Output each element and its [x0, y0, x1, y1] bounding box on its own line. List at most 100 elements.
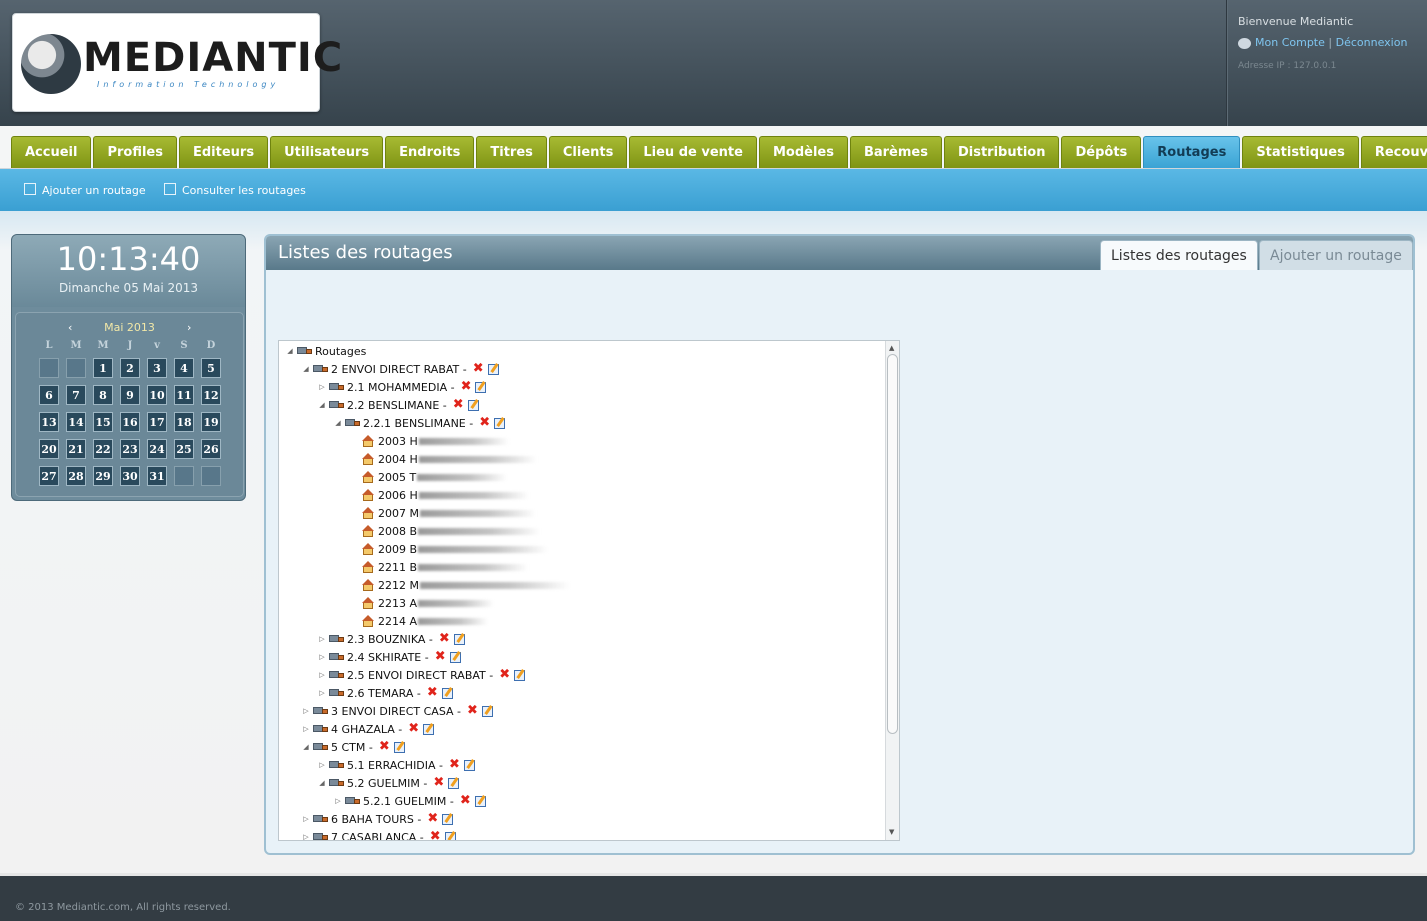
- calendar-day[interactable]: 2: [120, 358, 140, 378]
- calendar-day[interactable]: 21: [66, 439, 86, 459]
- tree-node[interactable]: 2213 A: [349, 594, 495, 612]
- tab-clients[interactable]: Clients: [548, 136, 628, 168]
- calendar-day[interactable]: 19: [201, 412, 221, 432]
- add-routage-link[interactable]: Ajouter un routage: [24, 183, 146, 197]
- my-account-link[interactable]: Mon Compte: [1255, 36, 1325, 49]
- expand-arrow-icon[interactable]: ▷: [317, 635, 327, 643]
- tree-node[interactable]: ▷ 2.5 ENVOI DIRECT RABAT - ✖: [317, 666, 526, 684]
- tree-node[interactable]: ▷ 2.3 BOUZNIKA - ✖: [317, 630, 465, 648]
- tree-node[interactable]: ▷ 3 ENVOI DIRECT CASA - ✖: [301, 702, 493, 720]
- delete-x-icon[interactable]: ✖: [461, 380, 472, 393]
- expand-arrow-icon[interactable]: ▷: [333, 797, 343, 805]
- edit-note-icon[interactable]: [393, 741, 405, 753]
- tree-node[interactable]: ▷ 5.1 ERRACHIDIA - ✖: [317, 756, 475, 774]
- edit-note-icon[interactable]: [448, 777, 460, 789]
- consult-routages-link[interactable]: Consulter les routages: [164, 183, 306, 197]
- calendar-day[interactable]: 17: [147, 412, 167, 432]
- tab-titres[interactable]: Titres: [476, 136, 547, 168]
- tree-scrollbar[interactable]: ▲ ▼: [885, 341, 899, 840]
- scroll-down-arrow-icon[interactable]: ▼: [889, 828, 894, 836]
- tab-distribution[interactable]: Distribution: [943, 136, 1060, 168]
- tree-node[interactable]: ◢ 5 CTM - ✖: [301, 738, 405, 756]
- tab-bar-mes[interactable]: Barèmes: [849, 136, 942, 168]
- edit-note-icon[interactable]: [442, 813, 454, 825]
- tree-node[interactable]: ◢ 5.2 GUELMIM - ✖: [317, 774, 460, 792]
- calendar-day[interactable]: 14: [66, 412, 86, 432]
- delete-x-icon[interactable]: ✖: [460, 794, 471, 807]
- tab-utilisateurs[interactable]: Utilisateurs: [270, 136, 384, 168]
- tab-add-routage[interactable]: Ajouter un routage: [1259, 240, 1413, 270]
- tab-profiles[interactable]: Profiles: [93, 136, 177, 168]
- edit-note-icon[interactable]: [494, 417, 506, 429]
- expand-arrow-icon[interactable]: ▷: [317, 653, 327, 661]
- expand-arrow-icon[interactable]: ▷: [301, 725, 311, 733]
- tree-node[interactable]: 2214 A: [349, 612, 489, 630]
- tree-node[interactable]: ◢ 2.2 BENSLIMANE - ✖: [317, 396, 479, 414]
- edit-note-icon[interactable]: [487, 363, 499, 375]
- delete-x-icon[interactable]: ✖: [439, 632, 450, 645]
- calendar-day[interactable]: 1: [93, 358, 113, 378]
- expand-arrow-icon[interactable]: ▷: [317, 761, 327, 769]
- edit-note-icon[interactable]: [453, 633, 465, 645]
- routages-tree[interactable]: ◢ Routages ▲ ▼ ◢ 2 ENVOI DIRECT RABAT - ✖ ▷ 2…: [278, 340, 900, 841]
- calendar-day[interactable]: 16: [120, 412, 140, 432]
- tree-node[interactable]: ▷ 2.6 TEMARA - ✖: [317, 684, 453, 702]
- tree-node[interactable]: ▷ 4 GHAZALA - ✖: [301, 720, 435, 738]
- calendar-day[interactable]: 22: [93, 439, 113, 459]
- tab-accueil[interactable]: Accueil: [11, 136, 92, 168]
- calendar-day[interactable]: 26: [201, 439, 221, 459]
- expand-arrow-icon[interactable]: ▷: [317, 383, 327, 391]
- tree-node[interactable]: ◢ 2 ENVOI DIRECT RABAT - ✖: [301, 360, 499, 378]
- tree-node[interactable]: 2007 M: [349, 504, 536, 522]
- expand-arrow-icon[interactable]: ▷: [301, 815, 311, 823]
- tab-list-routages[interactable]: Listes des routages: [1100, 240, 1258, 270]
- edit-note-icon[interactable]: [514, 669, 526, 681]
- calendar-day[interactable]: 20: [39, 439, 59, 459]
- delete-x-icon[interactable]: ✖: [379, 740, 390, 753]
- calendar-day[interactable]: 29: [93, 466, 113, 486]
- tree-node[interactable]: 2005 T: [349, 468, 508, 486]
- tree-node[interactable]: 2009 B: [349, 540, 549, 558]
- collapse-arrow-icon[interactable]: ◢: [301, 743, 311, 751]
- calendar-day[interactable]: 13: [39, 412, 59, 432]
- tab-routages[interactable]: Routages: [1143, 136, 1241, 168]
- collapse-arrow-icon[interactable]: ◢: [301, 365, 311, 373]
- calendar-day[interactable]: 25: [174, 439, 194, 459]
- edit-note-icon[interactable]: [467, 399, 479, 411]
- tree-node[interactable]: 2003 H: [349, 432, 509, 450]
- delete-x-icon[interactable]: ✖: [427, 812, 438, 825]
- calendar-day[interactable]: 8: [93, 385, 113, 405]
- calendar-day[interactable]: 10: [147, 385, 167, 405]
- tree-node[interactable]: ▷ 2.4 SKHIRATE - ✖: [317, 648, 461, 666]
- calendar-day[interactable]: 18: [174, 412, 194, 432]
- expand-arrow-icon[interactable]: ▷: [301, 833, 311, 840]
- edit-note-icon[interactable]: [423, 723, 435, 735]
- delete-x-icon[interactable]: ✖: [453, 398, 464, 411]
- edit-note-icon[interactable]: [463, 759, 475, 771]
- expand-arrow-icon[interactable]: ▷: [301, 707, 311, 715]
- tree-node[interactable]: 2004 H: [349, 450, 537, 468]
- scroll-up-arrow-icon[interactable]: ▲: [889, 344, 894, 352]
- delete-x-icon[interactable]: ✖: [473, 362, 484, 375]
- tree-node[interactable]: 2212 M: [349, 576, 570, 594]
- delete-x-icon[interactable]: ✖: [449, 758, 460, 771]
- tab-lieu-de-vente[interactable]: Lieu de vente: [629, 136, 757, 168]
- calendar-day[interactable]: 23: [120, 439, 140, 459]
- collapse-arrow-icon[interactable]: ◢: [317, 401, 327, 409]
- calendar-next-button[interactable]: ›: [187, 321, 191, 334]
- tab-mod-les[interactable]: Modèles: [758, 136, 848, 168]
- collapse-arrow-icon[interactable]: ◢: [317, 779, 327, 787]
- edit-note-icon[interactable]: [474, 795, 486, 807]
- tree-node[interactable]: 2008 B: [349, 522, 541, 540]
- expand-arrow-icon[interactable]: ▷: [317, 689, 327, 697]
- tab-recouvrement[interactable]: Recouvrement: [1360, 136, 1427, 168]
- tree-node[interactable]: ▷ 5.2.1 GUELMIM - ✖: [333, 792, 486, 810]
- calendar-day[interactable]: 12: [201, 385, 221, 405]
- calendar-day[interactable]: 4: [174, 358, 194, 378]
- calendar-day[interactable]: 9: [120, 385, 140, 405]
- tab-d-p-ts[interactable]: Dépôts: [1061, 136, 1142, 168]
- calendar-day[interactable]: 27: [39, 466, 59, 486]
- edit-note-icon[interactable]: [475, 381, 487, 393]
- scrollbar-thumb[interactable]: [887, 354, 898, 734]
- delete-x-icon[interactable]: ✖: [430, 830, 441, 840]
